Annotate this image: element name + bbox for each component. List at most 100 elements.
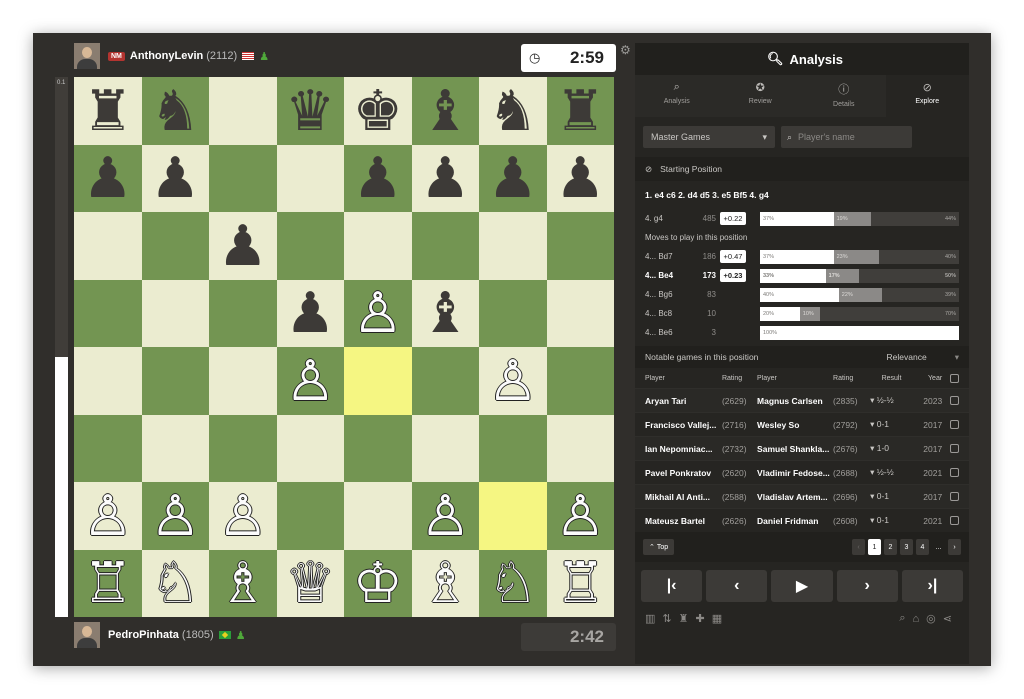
white-piece[interactable]: ♙	[488, 352, 538, 409]
candidate-move-row[interactable]: 4... Bc8 10 20% 10% 70%	[635, 304, 969, 323]
black-piece[interactable]: ♛	[285, 82, 335, 139]
flip-board-icon[interactable]: ⇅	[662, 612, 671, 625]
bottom-player-name[interactable]: PedroPinhata	[108, 629, 179, 641]
black-player[interactable]: Wesley So	[757, 420, 833, 430]
square-d5[interactable]: ♟	[276, 279, 344, 347]
sort-select[interactable]: Relevance	[887, 352, 927, 362]
square-c4[interactable]	[209, 347, 277, 415]
square-d2[interactable]	[276, 482, 344, 550]
game-checkbox[interactable]	[950, 396, 960, 405]
white-player[interactable]: Mikhail Al Anti...	[645, 492, 722, 502]
black-piece[interactable]: ♞	[150, 82, 200, 139]
square-e8[interactable]: ♚	[344, 77, 412, 145]
white-piece[interactable]: ♙	[420, 487, 470, 544]
last-move-button[interactable]: ›|	[901, 570, 964, 602]
database-select[interactable]: Master Games ▾	[643, 126, 775, 148]
page-button[interactable]: 2	[884, 539, 897, 555]
square-a5[interactable]	[74, 279, 142, 347]
square-f2[interactable]: ♙	[411, 482, 479, 550]
square-d1[interactable]: ♕	[276, 549, 344, 617]
play-button[interactable]: ▶	[771, 570, 833, 602]
square-a2[interactable]: ♙	[74, 482, 142, 550]
museum-icon[interactable]: ⌂	[913, 613, 920, 625]
square-b7[interactable]: ♟	[141, 144, 209, 212]
black-piece[interactable]: ♝	[420, 82, 470, 139]
game-row[interactable]: Aryan Tari (2629) Magnus Carlsen (2835) ▾ ½-…	[635, 388, 969, 412]
white-piece[interactable]: ♗	[218, 555, 268, 611]
square-e5[interactable]: ♙	[344, 279, 412, 347]
square-b6[interactable]	[141, 212, 209, 280]
top-player-avatar[interactable]	[74, 43, 100, 69]
black-piece[interactable]: ♟	[353, 150, 403, 206]
square-e1[interactable]: ♔	[344, 549, 412, 617]
white-player[interactable]: Pavel Ponkratov	[645, 468, 722, 478]
square-h5[interactable]	[546, 279, 614, 347]
white-piece[interactable]: ♖	[555, 555, 605, 611]
black-piece[interactable]: ♚	[353, 82, 403, 139]
square-b5[interactable]	[141, 279, 209, 347]
square-f5[interactable]: ♝	[411, 279, 479, 347]
square-b1[interactable]: ♘	[141, 549, 209, 617]
chart-icon[interactable]: ▥	[645, 612, 655, 625]
game-row[interactable]: Pavel Ponkratov (2620) Vladimir Fedose...(…	[635, 460, 969, 484]
square-a7[interactable]: ♟	[74, 144, 142, 212]
page-button[interactable]: 4	[916, 539, 929, 555]
player-search-input[interactable]: ⌕ Player's name	[781, 126, 912, 148]
square-b3[interactable]	[141, 414, 209, 482]
tab-review[interactable]: ✪ Review	[719, 75, 803, 117]
black-piece[interactable]: ♟	[285, 285, 335, 341]
game-checkbox[interactable]	[950, 492, 960, 501]
black-player[interactable]: Magnus Carlsen	[757, 396, 833, 406]
caret-down-icon[interactable]: ▾	[955, 352, 959, 363]
white-piece[interactable]: ♙	[218, 487, 268, 544]
square-d4[interactable]: ♙	[276, 347, 344, 415]
square-g7[interactable]: ♟	[479, 144, 547, 212]
candidate-move-row[interactable]: 4... Be4 173 +0.23 33% 17% 50%	[635, 266, 969, 285]
white-piece[interactable]: ♙	[83, 487, 133, 544]
square-d3[interactable]	[276, 414, 344, 482]
square-f8[interactable]: ♝	[411, 77, 479, 145]
square-c2[interactable]: ♙	[209, 482, 277, 550]
square-a6[interactable]	[74, 212, 142, 280]
square-e3[interactable]	[344, 414, 412, 482]
add-icon[interactable]: ✚	[696, 612, 705, 625]
tab-explore[interactable]: ⊘ Explore	[885, 75, 969, 117]
square-b8[interactable]: ♞	[141, 77, 209, 145]
square-h8[interactable]: ♜	[546, 77, 614, 145]
white-piece[interactable]: ♙	[353, 285, 403, 341]
bottom-player-avatar[interactable]	[74, 622, 100, 648]
square-a8[interactable]: ♜	[74, 77, 142, 145]
pgn-line[interactable]: 1. e4 c6 2. d4 d5 3. e5 Bf5 4. g4	[635, 181, 969, 209]
game-checkbox[interactable]	[950, 420, 960, 429]
white-piece[interactable]: ♙	[555, 487, 605, 544]
square-b2[interactable]: ♙	[141, 482, 209, 550]
white-piece[interactable]: ♖	[83, 555, 133, 611]
square-c3[interactable]	[209, 414, 277, 482]
piece-icon[interactable]: ♜	[679, 612, 689, 625]
square-c8[interactable]	[209, 77, 277, 145]
black-piece[interactable]: ♞	[488, 82, 538, 139]
white-player[interactable]: Ian Nepomniac...	[645, 444, 722, 454]
game-checkbox[interactable]	[950, 516, 960, 525]
square-g3[interactable]	[479, 414, 547, 482]
black-player[interactable]: Vladimir Fedose...	[757, 468, 833, 478]
white-piece[interactable]: ♘	[150, 555, 200, 611]
tab-analysis[interactable]: ⌕ Analysis	[635, 75, 719, 117]
black-piece[interactable]: ♟	[83, 150, 133, 206]
gear-icon[interactable]: ⚙	[620, 43, 631, 57]
square-a1[interactable]: ♖	[74, 549, 142, 617]
square-f1[interactable]: ♗	[411, 549, 479, 617]
square-c7[interactable]	[209, 144, 277, 212]
white-piece[interactable]: ♙	[150, 487, 200, 544]
game-row[interactable]: Ian Nepomniac... (2732) Samuel Shankla...(…	[635, 436, 969, 460]
square-h3[interactable]	[546, 414, 614, 482]
square-d7[interactable]	[276, 144, 344, 212]
square-e4[interactable]	[344, 347, 412, 415]
black-player[interactable]: Samuel Shankla...	[757, 444, 833, 454]
game-row[interactable]: Francisco Vallej... (2716) Wesley So (2792)…	[635, 412, 969, 436]
previous-move-button[interactable]: ‹	[706, 570, 768, 602]
next-move-button[interactable]: ›	[836, 570, 898, 602]
candidate-move-row[interactable]: 4... Bd7 186 +0.47 37% 23% 40%	[635, 247, 969, 266]
square-f3[interactable]	[411, 414, 479, 482]
white-player[interactable]: Francisco Vallej...	[645, 420, 722, 430]
